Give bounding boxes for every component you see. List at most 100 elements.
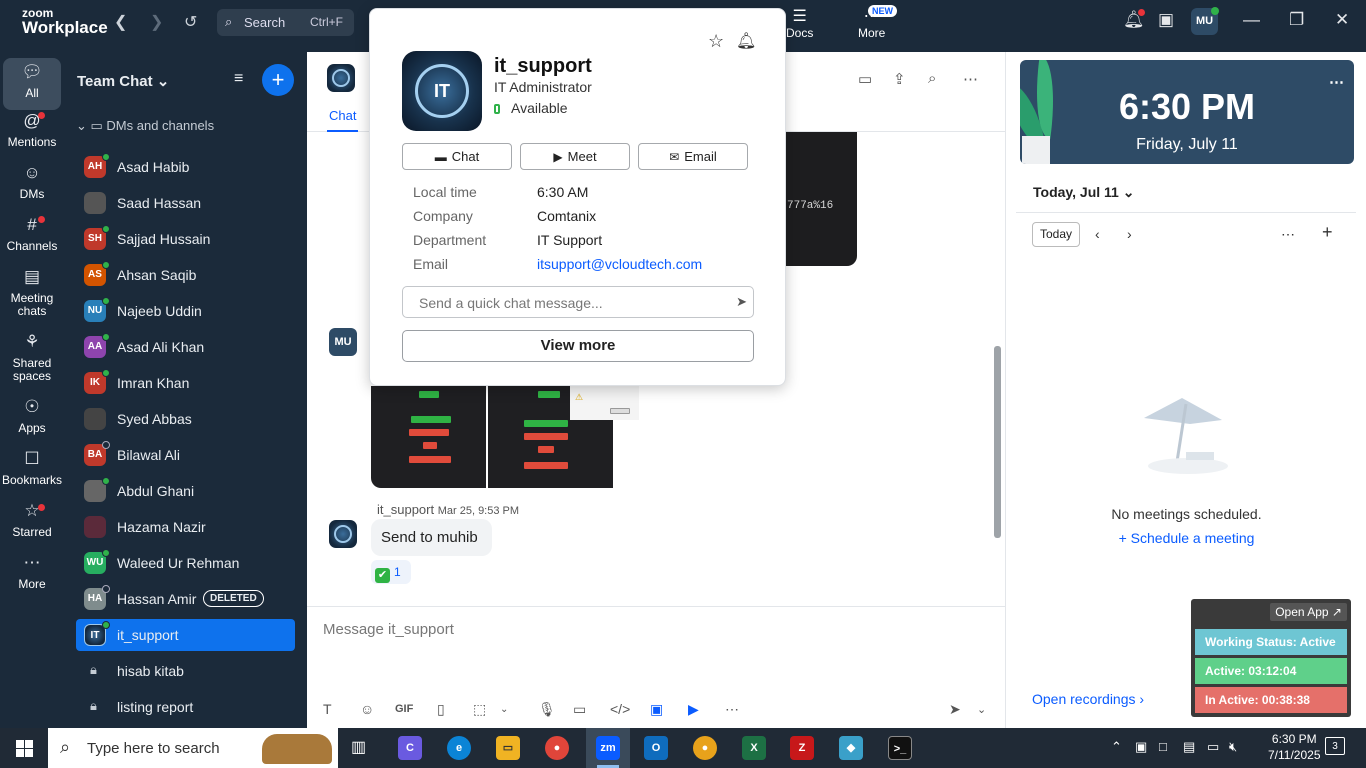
zoom-icon[interactable]: zm [596,736,620,760]
sender-avatar[interactable] [329,520,357,548]
display-tray-icon[interactable]: □ [1159,739,1167,754]
chat-button[interactable]: ▬ Chat [402,143,512,170]
sidebar-item[interactable]: AS Ahsan Saqib [76,259,295,291]
quick-chat-input[interactable]: Send a quick chat message... ➤ [402,286,754,318]
minimize-icon[interactable]: — [1243,10,1260,30]
forward-arrow-icon[interactable]: ❯ [150,12,163,32]
open-recordings-link[interactable]: Open recordings › [1032,691,1144,707]
composer-input[interactable]: Message it_support [323,621,454,638]
rail-channels[interactable]: # Channels [0,216,64,253]
sidebar-title[interactable]: Team Chat ⌄ [77,72,169,90]
maximize-icon[interactable]: ❐ [1289,10,1304,30]
star-icon[interactable]: ☆ [708,31,724,52]
file-explorer-icon[interactable]: ▭ [496,736,520,760]
email-button[interactable]: ✉ Email [638,143,748,170]
app-icon-2[interactable]: ▶ [688,701,699,718]
send-options-chevron-icon[interactable]: ⌄ [977,703,986,716]
task-view-icon[interactable]: ▥ [351,737,366,757]
excel-icon[interactable]: X [742,736,766,760]
section-header[interactable]: ⌄ ▭ DMs and channels [76,118,214,134]
add-event-icon[interactable]: + [1322,222,1333,243]
back-arrow-icon[interactable]: ❮ [114,12,127,32]
next-day-icon[interactable]: › [1127,226,1132,242]
volume-tray-icon[interactable]: 🔇︎ [1229,739,1237,755]
sidebar-item[interactable]: NU Najeeb Uddin [76,295,295,327]
whiteboard-icon[interactable]: ▣ [1158,10,1174,30]
more-options-icon[interactable]: ⋯ [963,70,978,88]
gif-icon[interactable]: GIF [395,703,413,715]
sidebar-item[interactable]: HA Hassan Amir DELETED [76,583,295,615]
taskbar-clock[interactable]: 6:30 PM 7/11/2025 [1268,731,1321,763]
sidebar-item[interactable]: Hazama Nazir [76,511,295,543]
share-screen-icon[interactable]: ⇪ [893,70,906,88]
previous-day-icon[interactable]: ‹ [1095,226,1100,242]
sidebar-item[interactable]: Saad Hassan [76,187,295,219]
more-apps-button[interactable]: ⋯ More [858,6,885,40]
message-bubble[interactable]: Send to muhib [371,519,492,556]
rail-shared-spaces[interactable]: ⚘ Shared spaces [0,333,64,383]
screenshot-thumb-1[interactable] [371,386,486,488]
taskbar-search[interactable]: ⌕ Type here to search [48,728,338,768]
reaction-chip[interactable]: ✔ 1 [371,560,411,584]
sidebar-item[interactable]: Syed Abbas [76,403,295,435]
chrome-profile-icon[interactable]: ● [693,736,717,760]
chrome-icon[interactable]: ● [545,736,569,760]
rail-mentions[interactable]: @ Mentions [0,112,64,149]
sidebar-item[interactable]: 🔒︎ listing report [76,691,295,723]
view-more-button[interactable]: View more [402,330,754,362]
more-options-icon[interactable]: ⋯ [1329,73,1344,91]
sidebar-item[interactable]: SH Sajjad Hussain [76,223,295,255]
format-text-icon[interactable]: T [323,701,332,717]
sidebar-item[interactable]: BA Bilawal Ali [76,439,295,471]
emoji-icon[interactable]: ☺ [360,701,374,717]
sidebar-item-it-support[interactable]: IT it_support [76,619,295,651]
more-dots-icon[interactable]: ⋯ [725,701,739,718]
screenshot-thumb-3[interactable]: ⚠ [570,386,639,420]
new-chat-button[interactable]: + [262,64,294,96]
docs-button[interactable]: ☰ Docs [786,6,813,40]
avatar[interactable]: MU [329,328,357,356]
send-icon[interactable]: ➤ [949,701,961,718]
search-box[interactable]: ⌕ Search Ctrl+F [217,9,354,36]
camera-tray-icon[interactable]: ▣ [1135,739,1147,755]
edge-icon[interactable]: e [447,736,471,760]
sidebar-item[interactable]: AH Asad Habib [76,151,295,183]
sidebar-item[interactable]: Abdul Ghani [76,475,295,507]
shared-image-dark[interactable]: 777a%16 [785,132,857,266]
copilot-icon[interactable]: C [398,736,422,760]
rail-dms[interactable]: ☺ DMs [0,164,64,201]
meet-button[interactable]: ▶ Meet [520,143,630,170]
app-icon-1[interactable]: ▣ [650,701,663,718]
open-app-button[interactable]: Open App ↗ [1270,603,1347,621]
close-icon[interactable]: ✕ [1335,10,1349,30]
screenshot-icon[interactable]: ⬚ [473,701,486,718]
rail-more[interactable]: ⋯ More [0,554,64,591]
shared-screenshots[interactable]: ⚠ [371,386,639,488]
bell-icon[interactable]: 🔔︎ [736,31,756,51]
windows-start-icon[interactable] [16,740,33,757]
tab-chat[interactable]: Chat [326,108,359,132]
today-button[interactable]: Today [1032,222,1080,247]
tray-chevron-icon[interactable]: ⌃ [1111,739,1122,755]
rail-all[interactable]: 💬︎ All [3,58,61,110]
chevron-down-icon[interactable]: ⌄ [500,704,508,715]
video-message-icon[interactable]: ▭ [573,701,586,718]
notification-center-icon[interactable]: 3 [1325,737,1345,755]
microphone-icon[interactable]: 🎙︎ [538,701,556,718]
sidebar-item[interactable]: AA Asad Ali Khan [76,331,295,363]
vpn-tray-icon[interactable]: ▤ [1183,739,1195,755]
history-icon[interactable]: ↺ [184,12,197,32]
today-heading[interactable]: Today, Jul 11 ⌄ [1033,184,1134,201]
code-icon[interactable]: </> [610,701,630,717]
schedule-meeting-link[interactable]: + Schedule a meeting [1006,530,1366,546]
channel-avatar[interactable] [327,64,355,92]
video-icon[interactable]: ▭ [858,70,872,88]
message-composer[interactable]: Message it_support T ☺ GIF ▯ ⬚ ⌄ 🎙︎ ▭ </… [307,606,1005,728]
app-diamond-icon[interactable]: ◆ [839,736,863,760]
outlook-icon[interactable]: O [644,736,668,760]
rail-starred[interactable]: ☆ Starred [0,502,64,539]
rail-apps[interactable]: ☉ Apps [0,398,64,435]
sidebar-item[interactable]: IK Imran Khan [76,367,295,399]
network-tray-icon[interactable]: ▭ [1207,739,1219,755]
filter-icon[interactable]: ≡ [234,70,243,88]
